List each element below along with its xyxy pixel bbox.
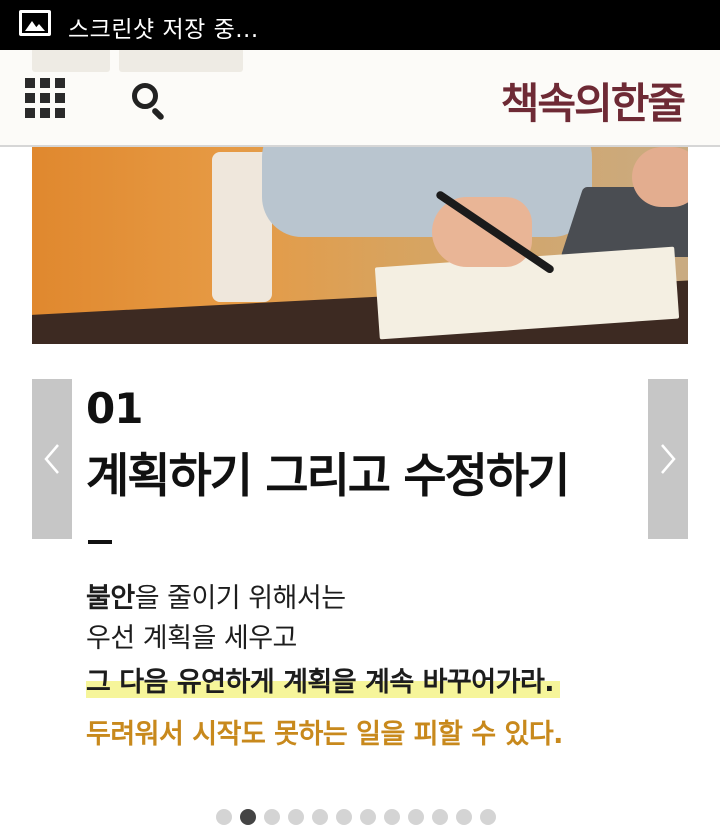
chevron-right-icon <box>661 444 676 474</box>
hero-photo <box>32 147 688 344</box>
pagination-dots <box>216 809 496 825</box>
pagination-dot[interactable] <box>264 809 280 825</box>
search-icon[interactable] <box>132 83 168 122</box>
slide-number: 01 <box>86 384 143 433</box>
app-logo[interactable]: 책속의한줄 <box>501 70 686 131</box>
next-slide-button[interactable] <box>648 379 688 539</box>
slide-text-line-1: 불안을 줄이기 위해서는 <box>86 576 346 615</box>
pagination-dot[interactable] <box>480 809 496 825</box>
chevron-left-icon <box>44 444 59 474</box>
emphasis-word: 불안 <box>86 583 135 614</box>
pagination-dot[interactable] <box>360 809 376 825</box>
ghost-tab <box>32 50 110 72</box>
pagination-dot[interactable] <box>240 809 256 825</box>
slide-text-line-1-rest: 을 줄이기 위해서는 <box>134 583 346 614</box>
pagination-dot[interactable] <box>456 809 472 825</box>
slide-text-line-3: 그 다음 유연하게 계획을 계속 바꾸어가라. <box>86 660 561 699</box>
pagination-dot[interactable] <box>408 809 424 825</box>
slide-text-line-4: 두려워서 시작도 못하는 일을 피할 수 있다. <box>86 719 563 750</box>
title-divider <box>88 540 112 544</box>
highlighted-text: 그 다음 유연하게 계획을 계속 바꾸어가라. <box>86 667 561 698</box>
slide-text-line-2: 우선 계획을 세우고 <box>86 623 297 654</box>
pagination-dot[interactable] <box>384 809 400 825</box>
pagination-dot[interactable] <box>432 809 448 825</box>
pagination-dot[interactable] <box>288 809 304 825</box>
pagination-dot[interactable] <box>336 809 352 825</box>
grid-menu-icon[interactable] <box>25 78 65 118</box>
status-message: 스크린샷 저장 중... <box>68 17 259 43</box>
status-bar: 스크린샷 저장 중... <box>0 0 720 50</box>
app-header: 책속의한줄 <box>0 50 720 147</box>
pagination-dot[interactable] <box>312 809 328 825</box>
ghost-tab <box>119 50 243 72</box>
pagination-dot[interactable] <box>216 809 232 825</box>
image-icon <box>19 10 51 36</box>
slide-title: 계획하기 그리고 수정하기 <box>86 449 570 504</box>
previous-slide-button[interactable] <box>32 379 72 539</box>
